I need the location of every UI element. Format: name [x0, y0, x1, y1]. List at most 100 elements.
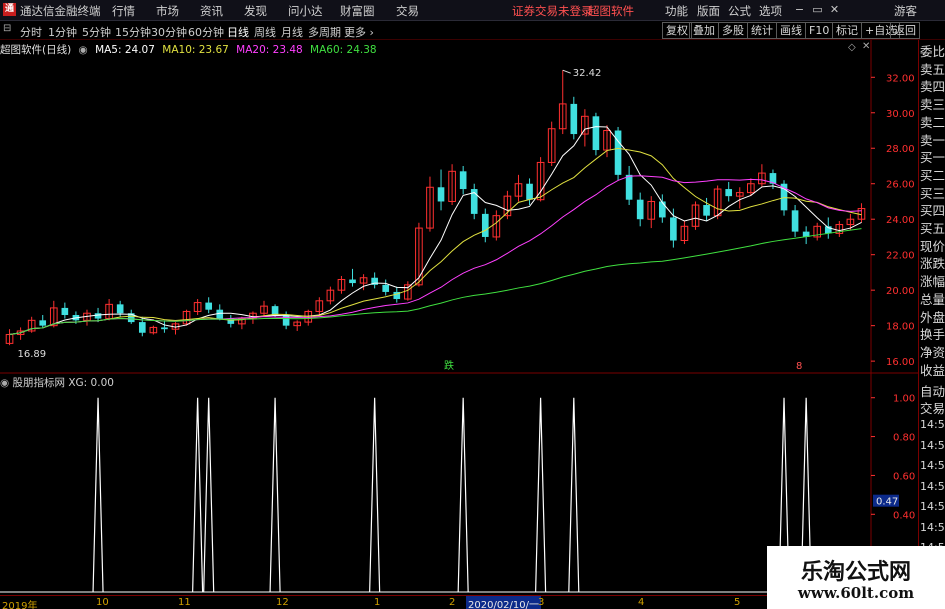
price-tick-label: 16.00	[886, 357, 915, 368]
candle-body-down	[138, 322, 146, 333]
price-tick-label: 26.00	[886, 180, 915, 191]
candle-body-down	[725, 189, 733, 197]
candle-body-down	[61, 307, 69, 316]
ma-legend: 超图软件(日线) ◉ MA5: 24.07 MA10: 23.67 MA20: …	[0, 42, 381, 56]
side-label-14: 总量	[920, 291, 945, 307]
high-price-label: 32.42	[573, 68, 602, 79]
side-label-0: 委比	[920, 44, 945, 59]
xaxis-label-year: 2019年	[2, 601, 38, 609]
signal-spike	[568, 397, 580, 593]
side-time-7: 14:56	[920, 520, 945, 534]
candle-body-down	[614, 130, 622, 175]
indicator-tick-label: 1.00	[893, 394, 915, 405]
chart-annotations: 32.42 16.89 跌 8	[18, 68, 803, 372]
side-time-6: 14:56	[920, 500, 945, 513]
side-time-2: 14:56	[920, 418, 945, 431]
candle-body-down	[636, 199, 644, 220]
candle-body-down	[382, 284, 390, 292]
quote-side-panel: 委比 卖五 卖四 卖三 卖二 卖一 买一 买二 买三 买四 买五 现价 涨跌 涨幅 总量 外盘 换手 净资 收益 自动…	[918, 40, 945, 609]
indicator-tick-label: 0.40	[893, 510, 915, 521]
side-label-2: 卖四	[920, 79, 945, 95]
signal-series	[0, 397, 871, 593]
event-marker-fall: 跌	[444, 359, 454, 372]
indicator-dropdown-icon[interactable]: ◉	[0, 377, 9, 389]
signal-spike	[535, 397, 547, 593]
xaxis-label-oct: 10	[96, 597, 109, 608]
app-window: { "app": {"title":"通达信金融终端","logo":"通"},…	[0, 0, 945, 609]
high-marker-line	[562, 69, 571, 74]
candle-body-down	[271, 306, 279, 316]
ma5-line	[9, 126, 862, 336]
side-label-1: 卖五	[920, 61, 945, 77]
chart-diamond-icon[interactable]: ◇	[848, 42, 856, 53]
xaxis-label-nov: 11	[178, 597, 191, 608]
xaxis-label-mar: 3	[538, 597, 545, 608]
ma60-line	[9, 228, 862, 336]
side-label-12: 涨跌	[920, 256, 945, 272]
stock-name: 超图软件(日线)	[0, 44, 72, 56]
side-time-3: 14:56	[920, 438, 945, 452]
candle-body-down	[703, 205, 710, 216]
candle-body-down	[349, 279, 356, 284]
candle-body-down	[592, 116, 600, 151]
candle-body-down	[94, 313, 102, 319]
indicator-tick-label: 0.60	[893, 471, 915, 482]
price-tick-label: 24.00	[886, 215, 915, 226]
candle-body-down	[791, 210, 799, 232]
low-price-label: 16.89	[18, 349, 47, 360]
side-label-11: 现价	[920, 238, 945, 254]
candle-body-down	[282, 315, 290, 326]
signal-spike	[457, 397, 469, 593]
indicator-level-label: 0.47	[876, 497, 898, 508]
price-tick-label: 20.00	[886, 286, 915, 297]
candle-body-down	[481, 213, 489, 237]
side-label-4: 卖二	[920, 114, 945, 130]
legend-dropdown-icon[interactable]: ◉	[79, 44, 88, 56]
candle-body-down	[625, 174, 633, 200]
side-label-3: 卖三	[920, 97, 945, 113]
xaxis-label-apr: 4	[638, 597, 645, 608]
side-label-5: 卖一	[920, 132, 945, 148]
indicator-name: 股朋指标网 XG: 0.00	[12, 377, 114, 389]
xaxis-label-jan: 1	[374, 597, 381, 608]
price-tick-label: 32.00	[886, 73, 915, 84]
candle-body-down	[161, 327, 168, 330]
watermark-url: www.60lt.com	[797, 584, 915, 602]
indicator-tick-label: 0.80	[893, 433, 915, 444]
event-marker-8: 8	[796, 361, 802, 372]
side-time-1: 交易	[920, 401, 945, 416]
candle-body-down	[459, 171, 467, 190]
ma5-label: MA5: 24.07	[95, 44, 155, 56]
candle-body-down	[116, 304, 124, 314]
ma10-label: MA10: 23.67	[162, 44, 229, 56]
candle-body-down	[658, 201, 666, 218]
chart-canvas[interactable]: 32.00 30.00 28.00 26.00 24.00 22.00 20.00 18.00…	[0, 0, 918, 595]
signal-spike	[92, 397, 104, 593]
side-label-8: 买三	[920, 185, 945, 201]
price-tick-label: 18.00	[886, 322, 915, 333]
side-label-10: 买五	[920, 221, 945, 236]
side-time-5: 14:56	[920, 479, 945, 493]
candlestick-series	[5, 70, 866, 346]
price-axis: 32.00 30.00 28.00 26.00 24.00 22.00 20.00 18.00…	[871, 73, 915, 560]
watermark: 乐淘公式网 www.60lt.com	[767, 546, 945, 609]
side-time-0: 自动	[920, 384, 945, 399]
candle-body-down	[526, 183, 533, 200]
candle-body-down	[205, 302, 213, 310]
side-label-9: 买四	[920, 203, 945, 219]
side-time-4: 14:56	[920, 459, 945, 472]
signal-spike	[192, 397, 204, 593]
price-tick-label: 22.00	[886, 251, 915, 262]
xaxis-label-may: 5	[734, 597, 741, 608]
signal-spike	[369, 397, 381, 593]
candle-body-down	[437, 187, 445, 202]
price-tick-label: 30.00	[886, 109, 915, 120]
chart-close-icon[interactable]: ✕	[862, 41, 870, 52]
chart-grid	[0, 40, 918, 595]
ma10-line	[9, 147, 862, 336]
side-label-6: 买一	[920, 150, 945, 166]
side-label-16: 换手	[920, 327, 945, 343]
price-tick-label: 28.00	[886, 144, 915, 155]
watermark-title: 乐淘公式网	[800, 559, 911, 585]
indicator-legend: ◉ 股朋指标网 XG: 0.00	[0, 375, 114, 389]
